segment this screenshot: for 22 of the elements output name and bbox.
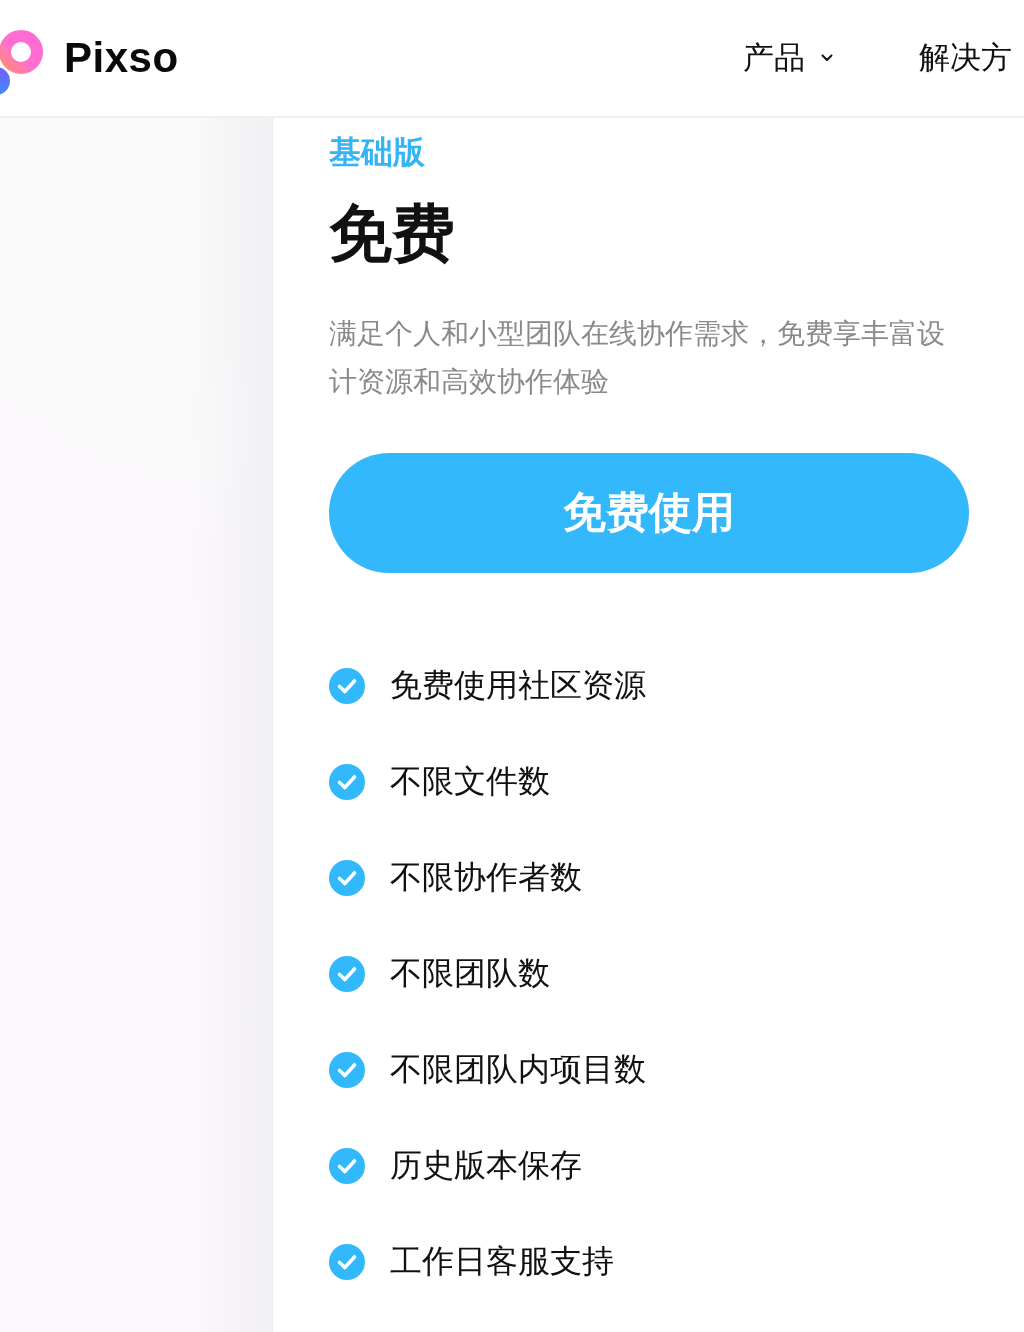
feature-text: 免费使用社区资源 xyxy=(390,666,646,705)
plan-tier-label: 基础版 xyxy=(329,133,425,172)
feature-text: 工作日客服支持 xyxy=(390,1242,614,1281)
check-icon xyxy=(329,668,365,704)
check-icon xyxy=(329,860,365,896)
feature-text: 不限文件数 xyxy=(390,762,550,801)
logo-icon[interactable] xyxy=(0,29,46,97)
brand-name[interactable]: Pixso xyxy=(64,34,179,82)
caret-icon xyxy=(821,54,833,62)
check-icon xyxy=(329,1244,365,1280)
plan-price-title: 免费 xyxy=(329,197,455,270)
check-icon xyxy=(329,1052,365,1088)
plan-description: 满足个人和小型团队在线协作需求，免费享丰富设计资源和高效协作体验 xyxy=(329,317,946,399)
feature-text: 不限协作者数 xyxy=(390,858,582,897)
check-icon xyxy=(329,956,365,992)
nav-link[interactable]: 产品 xyxy=(743,37,833,79)
nav-link[interactable]: 解决方 xyxy=(919,37,1012,79)
feature-text: 不限团队内项目数 xyxy=(390,1050,646,1089)
check-icon xyxy=(329,764,365,800)
check-icon xyxy=(329,1148,365,1184)
feature-text: 历史版本保存 xyxy=(390,1146,582,1185)
feature-text: 不限团队数 xyxy=(390,954,550,993)
